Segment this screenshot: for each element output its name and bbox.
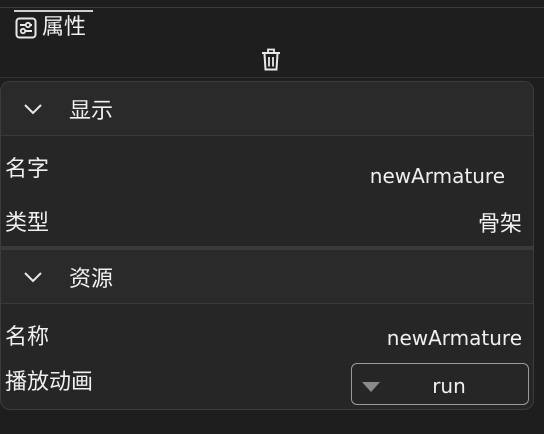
property-value: newArmature (386, 326, 522, 350)
animation-dropdown[interactable]: run (351, 363, 529, 405)
chevron-down-icon (24, 103, 42, 114)
property-label: 名字 (5, 157, 50, 182)
section-header-display[interactable]: 显示 (1, 82, 533, 136)
properties-window: 属性 显示 名字 newArmature 类型 骨架 资源 名称 newArma… (0, 0, 544, 434)
tab-properties[interactable]: 属性 (14, 10, 93, 44)
window-top-border (0, 0, 544, 8)
sliders-icon (15, 17, 37, 39)
dropdown-value: run (432, 374, 466, 398)
section-title: 显示 (69, 98, 114, 124)
property-value: newArmature (369, 164, 505, 188)
tab-label: 属性 (42, 15, 87, 40)
property-value: 骨架 (477, 212, 522, 237)
trash-icon[interactable] (260, 48, 282, 72)
section-title: 资源 (69, 266, 114, 292)
property-label: 播放动画 (5, 370, 94, 395)
toolbar (0, 44, 544, 78)
chevron-down-icon (24, 271, 42, 282)
section-header-resource[interactable]: 资源 (1, 250, 533, 304)
property-label: 名称 (5, 325, 50, 350)
properties-panel: 显示 名字 newArmature 类型 骨架 资源 名称 newArmatur… (0, 81, 534, 410)
property-label: 类型 (5, 211, 50, 236)
